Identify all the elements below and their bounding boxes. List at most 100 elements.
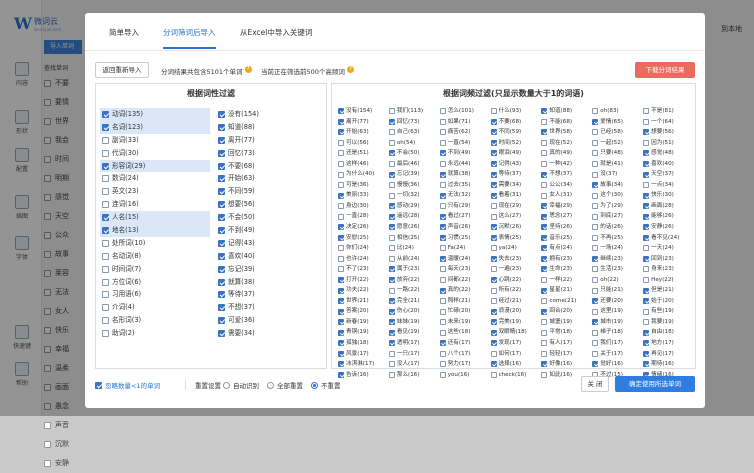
- freq-word-checkbox-item[interactable]: 为什么(40): [338, 169, 389, 180]
- radio-no-reset[interactable]: 不重置: [311, 380, 341, 390]
- freq-word-checkbox-item[interactable]: 不再(25): [592, 233, 643, 244]
- tab-simple-import[interactable]: 简单导入: [109, 27, 139, 49]
- freq-word-checkbox-item[interactable]: 什么(93): [491, 106, 542, 117]
- freq-word-checkbox-item[interactable]: 生活(23): [592, 264, 643, 275]
- freq-word-checkbox-item[interactable]: 看见(19): [389, 327, 440, 338]
- freq-word-checkbox-item[interactable]: 所有(22): [491, 285, 542, 296]
- freq-word-checkbox-item[interactable]: 坚持(26): [541, 222, 592, 233]
- back-reimport-button[interactable]: 返回重新导入: [95, 62, 149, 78]
- freq-word-checkbox-item[interactable]: 一场(24): [592, 243, 643, 254]
- freq-word-checkbox-item[interactable]: 孤独(18): [338, 338, 389, 349]
- freq-word-checkbox-item[interactable]: 声音(26): [440, 222, 491, 233]
- pos-checkbox-item[interactable]: 英文(23): [100, 185, 210, 198]
- help-icon[interactable]: ?: [347, 66, 354, 73]
- pos-word-checkbox-item[interactable]: 开始(63): [216, 172, 326, 185]
- freq-word-checkbox-item[interactable]: 天空(37): [643, 169, 694, 180]
- freq-word-checkbox-item[interactable]: 相信(25): [389, 233, 440, 244]
- pos-word-checkbox-item[interactable]: 想要(56): [216, 198, 326, 211]
- freq-word-checkbox-item[interactable]: 过去(35): [440, 180, 491, 191]
- freq-word-checkbox-item[interactable]: 一点(34): [643, 180, 694, 191]
- freq-word-checkbox-item[interactable]: 这个(30): [592, 190, 643, 201]
- freq-word-checkbox-item[interactable]: 慢慢(36): [389, 180, 440, 191]
- freq-word-checkbox-item[interactable]: 世界(21): [338, 296, 389, 307]
- freq-word-checkbox-item[interactable]: 我们(17): [592, 338, 643, 349]
- freq-word-checkbox-item[interactable]: 开始(63): [338, 127, 389, 138]
- freq-word-checkbox-item[interactable]: 需要(34): [491, 180, 542, 191]
- confirm-button[interactable]: 确定使用所选单词: [615, 376, 695, 392]
- freq-word-checkbox-item[interactable]: 想要(56): [643, 127, 694, 138]
- freq-word-checkbox-item[interactable]: 不会(50): [389, 148, 440, 159]
- freq-word-checkbox-item[interactable]: 星星(21): [541, 285, 592, 296]
- freq-word-checkbox-item[interactable]: 一起(52): [592, 138, 643, 149]
- freq-word-checkbox-item[interactable]: 浪漫(20): [491, 306, 542, 317]
- freq-word-checkbox-item[interactable]: 看过(27): [440, 211, 491, 222]
- download-results-button[interactable]: 下载分词结果: [635, 62, 695, 78]
- pos-checkbox-item[interactable]: 动词(135): [100, 108, 210, 121]
- pos-checkbox-item[interactable]: 处所词(10): [100, 237, 210, 250]
- pos-checkbox-item[interactable]: 方位词(6): [100, 276, 210, 289]
- freq-word-checkbox-item[interactable]: 但是(21): [643, 285, 694, 296]
- freq-word-checkbox-item[interactable]: come(21): [541, 296, 592, 307]
- freq-word-checkbox-item[interactable]: 真的(49): [541, 148, 592, 159]
- freq-word-checkbox-item[interactable]: 等待(37): [491, 169, 542, 180]
- freq-word-checkbox-item[interactable]: 只有(29): [440, 201, 491, 212]
- freq-word-checkbox-item[interactable]: 世界(58): [541, 127, 592, 138]
- freq-word-checkbox-item[interactable]: 可以(56): [338, 138, 389, 149]
- freq-word-checkbox-item[interactable]: 地方(17): [643, 338, 694, 349]
- freq-word-checkbox-item[interactable]: 不要(68): [491, 117, 542, 128]
- pos-checkbox-item[interactable]: 副词(33): [100, 134, 210, 147]
- freq-word-checkbox-item[interactable]: 未来(19): [440, 317, 491, 328]
- radio-auto[interactable]: 自动识别: [223, 380, 259, 390]
- freq-word-checkbox-item[interactable]: 不是(81): [643, 106, 694, 117]
- freq-word-checkbox-item[interactable]: 完美(19): [491, 317, 542, 328]
- freq-word-checkbox-item[interactable]: 就算(38): [440, 169, 491, 180]
- freq-word-checkbox-item[interactable]: 的话(26): [592, 222, 643, 233]
- pos-word-checkbox-item[interactable]: 不同(59): [216, 185, 326, 198]
- radio-all-reset[interactable]: 全部重置: [267, 380, 303, 390]
- freq-word-checkbox-item[interactable]: 继续(23): [592, 254, 643, 265]
- freq-word-checkbox-item[interactable]: 真的(22): [440, 285, 491, 296]
- freq-word-checkbox-item[interactable]: 一遍(23): [491, 264, 542, 275]
- pos-checkbox-item[interactable]: 代词(30): [100, 147, 210, 160]
- pos-checkbox-item[interactable]: 数词(24): [100, 172, 210, 185]
- freq-word-checkbox-item[interactable]: 美丽(33): [338, 190, 389, 201]
- freq-word-checkbox-item[interactable]: 没有(154): [338, 106, 389, 117]
- freq-word-checkbox-item[interactable]: oh(22): [592, 275, 643, 286]
- freq-word-checkbox-item[interactable]: 安慰(25): [338, 233, 389, 244]
- freq-word-checkbox-item[interactable]: 忙碌(20): [440, 306, 491, 317]
- freq-word-checkbox-item[interactable]: 有些(19): [643, 306, 694, 317]
- freq-word-checkbox-item[interactable]: 比(24): [389, 243, 440, 254]
- freq-word-checkbox-item[interactable]: oh(54): [389, 138, 440, 149]
- freq-word-checkbox-item[interactable]: 发现(17): [491, 338, 542, 349]
- freq-word-checkbox-item[interactable]: 感觉(48): [643, 148, 694, 159]
- freq-word-checkbox-item[interactable]: 身来(23): [643, 264, 694, 275]
- freq-word-checkbox-item[interactable]: 永远(44): [440, 159, 491, 170]
- pos-word-checkbox-item[interactable]: 不会(50): [216, 211, 326, 224]
- freq-word-checkbox-item[interactable]: 现在(29): [491, 201, 542, 212]
- freq-word-checkbox-item[interactable]: 平常(18): [541, 327, 592, 338]
- pos-word-checkbox-item[interactable]: 离开(77): [216, 134, 326, 147]
- freq-word-checkbox-item[interactable]: 一天(24): [643, 243, 694, 254]
- ignore-checkbox[interactable]: 忽略数量<1的单词: [95, 380, 160, 390]
- freq-word-checkbox-item[interactable]: 女人(31): [541, 190, 592, 201]
- freq-word-checkbox-item[interactable]: 城市(19): [592, 317, 643, 328]
- freq-word-checkbox-item[interactable]: 时间(52): [491, 138, 542, 149]
- freq-word-checkbox-item[interactable]: 始于(20): [643, 296, 694, 307]
- freq-word-checkbox-item[interactable]: 这里(19): [592, 306, 643, 317]
- freq-word-checkbox-item[interactable]: 已经(58): [592, 127, 643, 138]
- freq-word-checkbox-item[interactable]: 冰淇淋(17): [338, 359, 389, 370]
- freq-word-checkbox-item[interactable]: 音乐(25): [541, 233, 592, 244]
- freq-word-checkbox-item[interactable]: 思念(27): [541, 211, 592, 222]
- freq-word-checkbox-item[interactable]: 快乐(30): [643, 190, 694, 201]
- freq-word-checkbox-item[interactable]: 一样(22): [541, 275, 592, 286]
- freq-word-checkbox-item[interactable]: 最后(46): [389, 159, 440, 170]
- freq-word-checkbox-item[interactable]: 身边(30): [338, 201, 389, 212]
- freq-word-checkbox-item[interactable]: 记得(43): [491, 159, 542, 170]
- freq-word-checkbox-item[interactable]: 一直(54): [440, 138, 491, 149]
- freq-word-checkbox-item[interactable]: 再见(17): [643, 349, 694, 360]
- freq-word-checkbox-item[interactable]: 就是(41): [592, 159, 643, 170]
- freq-word-checkbox-item[interactable]: 期待(16): [643, 359, 694, 370]
- freq-word-checkbox-item[interactable]: 你们(24): [338, 243, 389, 254]
- help-icon[interactable]: ?: [245, 66, 252, 73]
- pos-checkbox-item[interactable]: 介词(4): [100, 301, 210, 314]
